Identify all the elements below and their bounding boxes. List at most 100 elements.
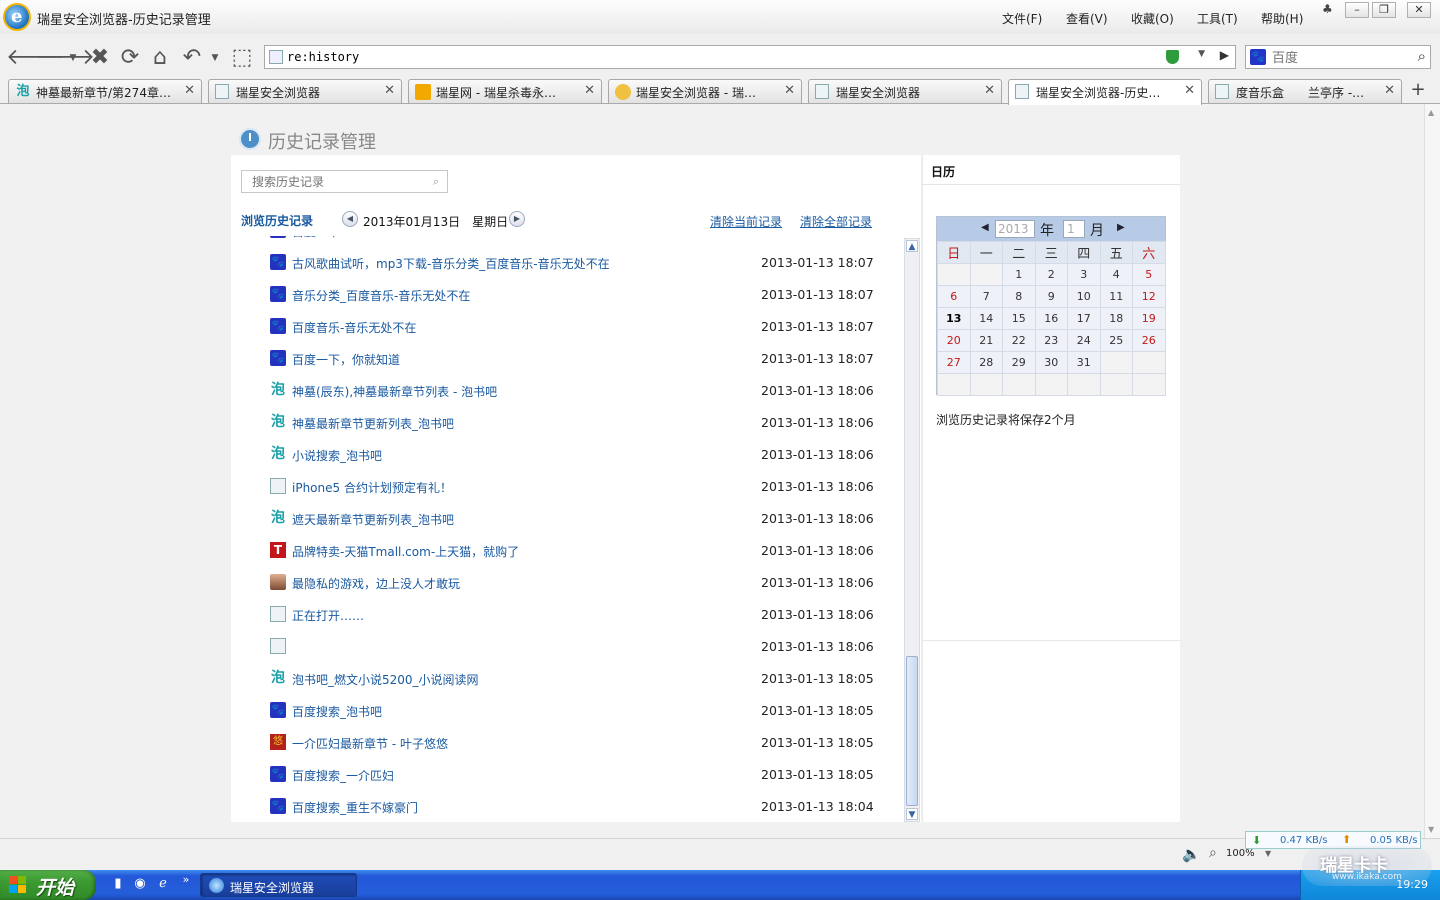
history-item-title[interactable]: 正在打开……	[292, 607, 364, 624]
history-list-scrollbar[interactable]: ▲ ▼	[904, 238, 920, 822]
history-item[interactable]: 泡小说搜索_泡书吧 2013-01-13 18:06	[256, 442, 902, 474]
history-item[interactable]: 最隐私的游戏，边上没人才敢玩 2013-01-13 18:06	[256, 570, 902, 602]
skin-icon[interactable]: ♣	[1322, 2, 1333, 16]
calendar-day[interactable]: 5	[1132, 263, 1166, 286]
calendar-day[interactable]: 2	[1034, 263, 1068, 286]
history-search-box[interactable]: ⌕	[241, 170, 448, 193]
tab-4[interactable]: 瑞星安全浏览器 - 瑞… ✕	[608, 79, 802, 103]
calendar-day[interactable]: 1	[1002, 263, 1036, 286]
calendar-day[interactable]: 3	[1067, 263, 1101, 286]
calendar-day[interactable]: 18	[1099, 307, 1133, 330]
tab-7[interactable]: 度音乐盒 兰亭序 -… ✕	[1208, 79, 1402, 103]
list-scroll-thumb[interactable]	[906, 656, 918, 806]
history-search-input[interactable]	[252, 174, 422, 190]
menu-view[interactable]: 查看(V)	[1066, 10, 1108, 27]
history-item[interactable]: iPhone5 合约计划预定有礼！ 2013-01-13 18:06	[256, 474, 902, 506]
shield-icon[interactable]	[1166, 50, 1179, 64]
next-month-icon[interactable]: ▶	[1117, 222, 1125, 233]
history-item-title[interactable]: 音乐分类_百度音乐-音乐无处不在	[292, 287, 470, 304]
history-item-title[interactable]: 百度一下，你就知道	[292, 351, 400, 368]
history-item-title[interactable]: 泡书吧_燃文小说5200_小说阅读网	[292, 671, 479, 688]
search-engine-input[interactable]	[1272, 48, 1402, 66]
tab-close-icon[interactable]: ✕	[784, 83, 795, 98]
calendar-day[interactable]: 8	[1002, 285, 1036, 308]
baidu-icon[interactable]: 🐾	[1250, 49, 1266, 65]
tab-5[interactable]: 瑞星安全浏览器 ✕	[808, 79, 1002, 103]
history-item[interactable]: 🐾 百度一下 2013-01-13 18:07	[256, 236, 902, 250]
undo-close-icon[interactable]: ↶	[180, 46, 204, 70]
prev-month-icon[interactable]: ◀	[981, 222, 989, 233]
calendar-day[interactable]: 22	[1002, 329, 1036, 352]
search-icon[interactable]: ⌕	[1418, 47, 1426, 65]
scroll-down-icon[interactable]: ▼	[1428, 825, 1434, 834]
history-item-title[interactable]: 百度一下	[292, 236, 340, 240]
calendar-day[interactable]: 25	[1099, 329, 1133, 352]
calendar-day[interactable]: 20	[937, 329, 971, 352]
tab-close-icon[interactable]: ✕	[984, 83, 995, 98]
year-input[interactable]: 2013	[995, 220, 1035, 238]
address-dropdown-icon[interactable]: ▼	[1198, 49, 1205, 59]
undo-dropdown-icon[interactable]: ▼	[208, 46, 222, 70]
calendar-day[interactable]: 29	[1002, 351, 1036, 374]
calendar-day[interactable]: 30	[1034, 351, 1068, 374]
scroll-up-icon[interactable]: ▲	[1428, 108, 1434, 117]
calendar-day[interactable]: 17	[1067, 307, 1101, 330]
stop-icon[interactable]: ✖	[88, 46, 112, 70]
zoom-icon[interactable]: ⌕	[1209, 845, 1217, 861]
calendar-day[interactable]: 7	[969, 285, 1003, 308]
calendar-day[interactable]: 16	[1034, 307, 1068, 330]
search-engine-box[interactable]: 🐾 ⌕	[1245, 45, 1431, 69]
calendar-day[interactable]: 21	[969, 329, 1003, 352]
history-item-title[interactable]: 百度搜索_一介匹妇	[292, 767, 394, 784]
calendar-day[interactable]: 11	[1099, 285, 1133, 308]
calendar-day[interactable]: 24	[1067, 329, 1101, 352]
home-icon[interactable]: ⌂	[148, 46, 172, 70]
calendar-day[interactable]: 19	[1132, 307, 1166, 330]
favorites-bar-icon[interactable]: ⬚	[230, 46, 254, 70]
calendar-day[interactable]: 4	[1099, 263, 1133, 286]
history-item-title[interactable]: 神墓(辰东),神墓最新章节列表 - 泡书吧	[292, 383, 497, 400]
new-tab-button[interactable]: +	[1408, 80, 1428, 100]
tab-close-icon[interactable]: ✕	[184, 83, 195, 98]
calendar-day[interactable]: 13	[937, 307, 971, 330]
history-item-title[interactable]: 最隐私的游戏，边上没人才敢玩	[292, 575, 460, 592]
history-item[interactable]: 🐾 百度搜索_重生不嫁豪门 2013-01-13 18:04	[256, 794, 902, 822]
address-input[interactable]	[287, 48, 1147, 66]
tab-close-icon[interactable]: ✕	[384, 83, 395, 98]
history-item-title[interactable]: 古风歌曲试听，mp3下载-音乐分类_百度音乐-音乐无处不在	[292, 255, 610, 272]
history-item[interactable]: 🐾 百度搜索_泡书吧 2013-01-13 18:05	[256, 698, 902, 730]
history-item[interactable]: 泡神墓最新章节更新列表_泡书吧 2013-01-13 18:06	[256, 410, 902, 442]
calendar-day[interactable]: 31	[1067, 351, 1101, 374]
clear-current-link[interactable]: 清除当前记录	[710, 213, 782, 230]
menu-tools[interactable]: 工具(T)	[1197, 10, 1238, 27]
history-item[interactable]: 泡神墓(辰东),神墓最新章节列表 - 泡书吧 2013-01-13 18:06	[256, 378, 902, 410]
taskbar-task-browser[interactable]: 瑞星安全浏览器	[200, 873, 357, 897]
search-icon[interactable]: ⌕	[433, 175, 439, 189]
calendar-day[interactable]: 9	[1034, 285, 1068, 308]
history-item-title[interactable]: 神墓最新章节更新列表_泡书吧	[292, 415, 454, 432]
history-item[interactable]: 正在打开…… 2013-01-13 18:06	[256, 602, 902, 634]
calendar-day[interactable]: 6	[937, 285, 971, 308]
zoom-level[interactable]: 100%	[1226, 848, 1255, 859]
tab-close-icon[interactable]: ✕	[1384, 83, 1395, 98]
calendar-day[interactable]: 23	[1034, 329, 1068, 352]
start-button[interactable]: 开始	[0, 870, 96, 900]
refresh-icon[interactable]: ⟳	[118, 46, 142, 70]
menu-help[interactable]: 帮助(H)	[1261, 10, 1303, 27]
history-item-title[interactable]: 一介匹妇最新章节 - 叶子悠悠	[292, 735, 448, 752]
close-window-button[interactable]: ✕	[1407, 2, 1431, 18]
history-item[interactable]: 悠一介匹妇最新章节 - 叶子悠悠 2013-01-13 18:05	[256, 730, 902, 762]
tab-1[interactable]: 泡神墓最新章节/第274章… ✕	[8, 79, 202, 103]
volume-icon[interactable]: 🔈	[1182, 845, 1201, 863]
tab-3[interactable]: 瑞星网 - 瑞星杀毒永… ✕	[408, 79, 602, 103]
history-item-title[interactable]: 百度搜索_重生不嫁豪门	[292, 799, 418, 816]
tab-close-icon[interactable]: ✕	[1184, 83, 1195, 98]
list-scroll-down-icon[interactable]: ▼	[906, 808, 918, 820]
quicklaunch-ie-icon[interactable]: ℯ	[155, 876, 171, 892]
minimize-button[interactable]: –	[1345, 2, 1369, 18]
tab-close-icon[interactable]: ✕	[584, 83, 595, 98]
history-item[interactable]: 🐾 古风歌曲试听，mp3下载-音乐分类_百度音乐-音乐无处不在 2013-01-13…	[256, 250, 902, 282]
tab-6[interactable]: 瑞星安全浏览器-历史… ✕	[1008, 79, 1202, 105]
page-scrollbar[interactable]: ▲ ▼	[1424, 104, 1440, 838]
menu-file[interactable]: 文件(F)	[1002, 10, 1042, 27]
